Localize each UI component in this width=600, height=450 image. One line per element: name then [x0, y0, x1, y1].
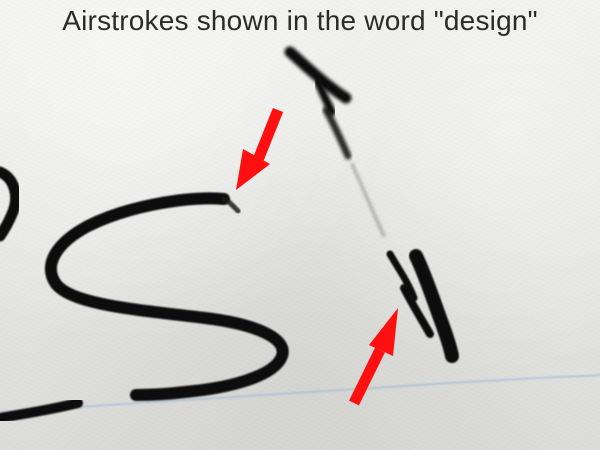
ink-airstroke-trace-i: [351, 163, 385, 237]
ink-stroke-s: [45, 192, 289, 401]
handwriting-figure: [0, 46, 600, 423]
photo: Airstrokes shown in the word "design": [0, 0, 600, 450]
ink-stroke-g-main: [409, 249, 459, 363]
ink-stroke-left-e: [0, 166, 21, 242]
ink-stroke-i-descender: [322, 106, 352, 160]
ruled-line: [0, 374, 600, 413]
ink-airstroke-trace-s: [221, 196, 241, 214]
arrow-icon: [236, 107, 284, 190]
